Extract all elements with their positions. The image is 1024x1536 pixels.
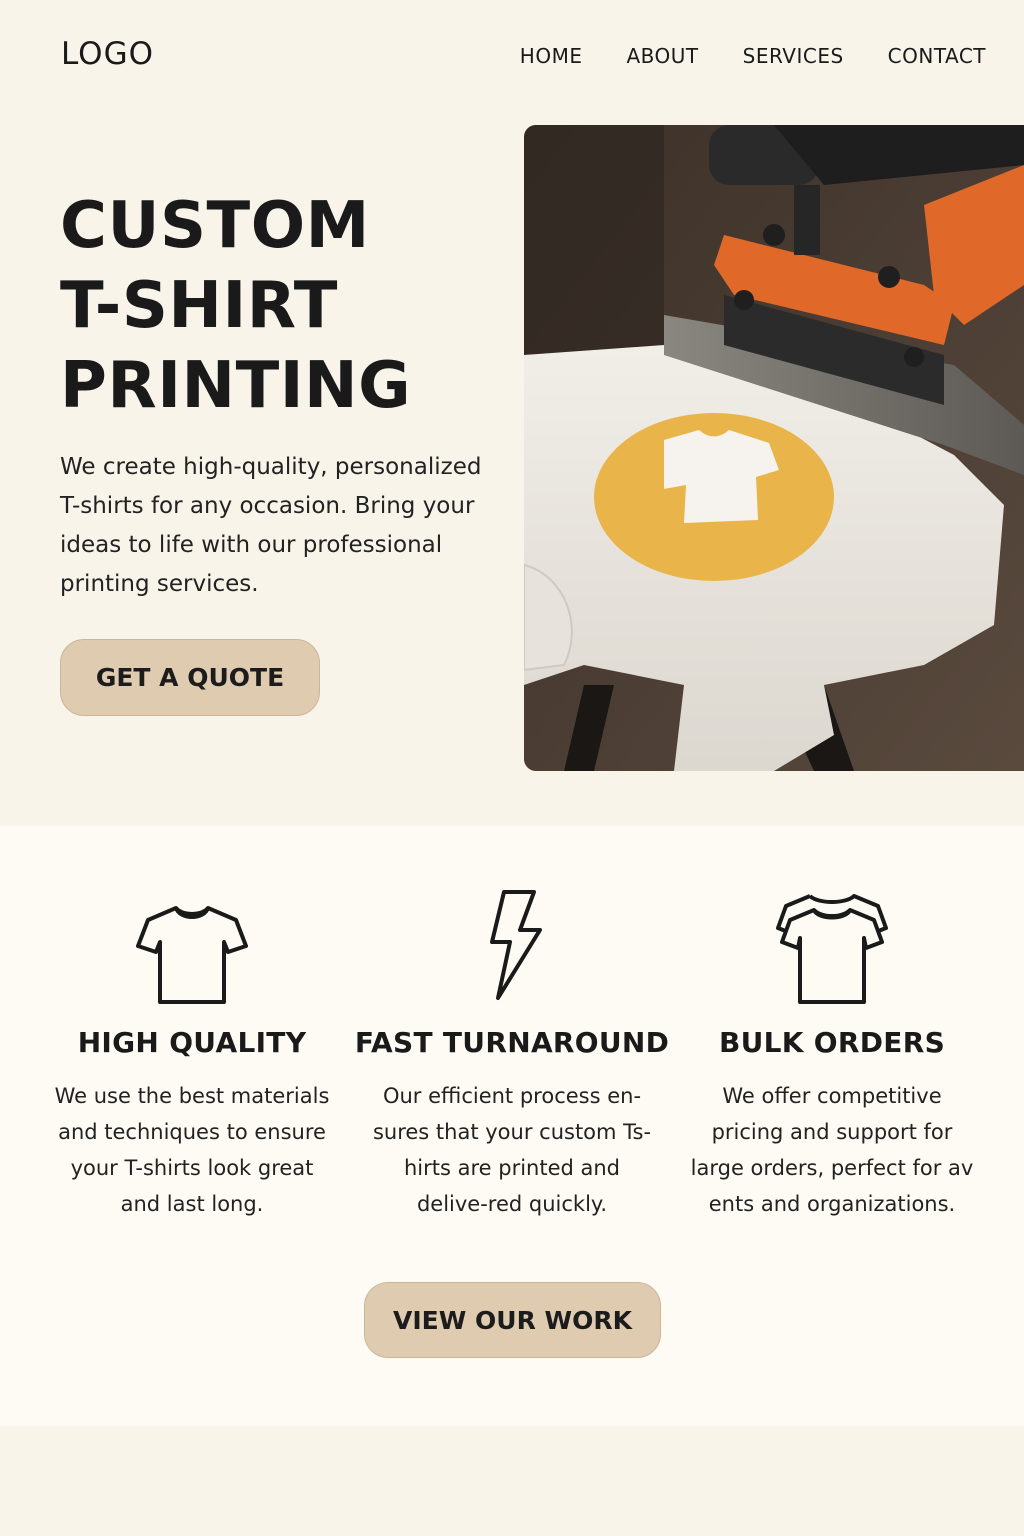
feature-text: Our efficient process en-sures that your… [372,1084,652,1216]
nav-contact[interactable]: CONTACT [888,44,986,68]
hero-title-line: T-SHIRT [60,269,338,343]
feature-title: FAST TURNAROUND [354,1026,670,1059]
feature-title: BULK ORDERS [718,1026,946,1059]
site-header: LOGO HOME ABOUT SERVICES CONTACT [0,0,1024,110]
feature-title: HIGH QUALITY [77,1026,307,1059]
stacked-tshirts-icon [776,894,888,1004]
lightning-bolt-icon [490,890,542,1000]
tshirt-icon [136,906,248,1004]
view-our-work-button[interactable]: VIEW OUR WORK [364,1282,661,1358]
feature-text: We use the best materials and techniques… [54,1084,330,1216]
features-section: HIGH QUALITY We use the best materials a… [0,826,1024,1426]
feature-text: We offer competitive pricing and support… [690,1084,974,1216]
hero-image [524,125,1024,771]
main-nav: HOME ABOUT SERVICES CONTACT [476,44,986,68]
nav-about[interactable]: ABOUT [626,44,698,68]
hero-title: CUSTOM T-SHIRT PRINTING [60,186,500,426]
logo[interactable]: LOGO [61,36,154,72]
hero-title-line: PRINTING [60,349,412,423]
get-quote-button[interactable]: GET A QUOTE [60,639,320,716]
hero-title-line: CUSTOM [60,189,370,263]
hero-description: We create high-quality, personalized T-s… [60,454,482,597]
heat-press-illustration [524,125,1024,771]
nav-services[interactable]: SERVICES [743,44,844,68]
nav-home[interactable]: HOME [520,44,583,68]
